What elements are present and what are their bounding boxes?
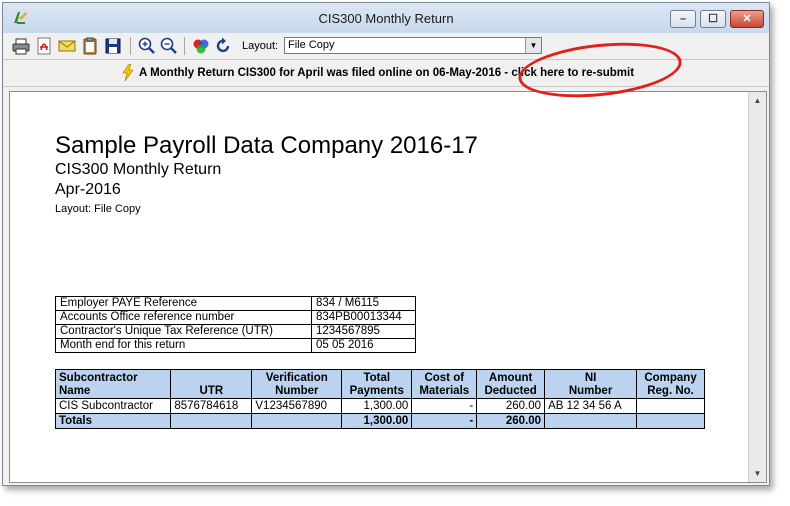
scroll-down-icon[interactable]: ▼ xyxy=(749,465,766,482)
table-cell xyxy=(636,398,705,414)
info-value: 834 / M6115 xyxy=(311,296,416,311)
save-icon xyxy=(105,38,121,54)
report-preview[interactable]: Sample Payroll Data Company 2016-17 CIS3… xyxy=(9,91,767,483)
info-value: 1234567895 xyxy=(311,324,416,339)
minimize-button[interactable]: – xyxy=(670,10,696,28)
vertical-scrollbar[interactable]: ▲ ▼ xyxy=(748,92,766,482)
info-label: Employer PAYE Reference xyxy=(55,296,312,311)
table-cell: 1,300.00 xyxy=(341,398,413,414)
employer-info-table: Employer PAYE Reference 834 / M6115 Accoun… xyxy=(55,296,416,353)
chevron-down-icon[interactable]: ▼ xyxy=(525,38,541,53)
layout-note: Layout: File Copy xyxy=(55,203,141,215)
table-cell: CIS Subcontractor xyxy=(54,398,172,414)
maximize-icon: ☐ xyxy=(708,13,718,25)
clipboard-button[interactable] xyxy=(80,36,100,56)
column-header: Amount Deducted xyxy=(476,369,546,399)
column-header-line2: Payments xyxy=(349,385,404,397)
print-icon xyxy=(12,38,30,55)
totals-cell xyxy=(636,413,705,429)
email-icon xyxy=(58,40,76,52)
report-title: CIS300 Monthly Return xyxy=(55,161,222,178)
column-header-line1: Verification xyxy=(265,372,328,384)
layout-select-value: File Copy xyxy=(288,39,335,51)
totals-cell xyxy=(251,413,343,429)
color-button[interactable] xyxy=(191,36,211,56)
color-icon xyxy=(193,39,209,54)
info-value: 834PB00013344 xyxy=(311,310,416,325)
column-header-line2: UTR xyxy=(199,385,224,397)
totals-cell: Totals xyxy=(54,413,172,429)
table-cell: V1234567890 xyxy=(251,398,343,414)
table-cell: AB 12 34 56 A xyxy=(544,398,638,414)
column-header: Company Reg. No. xyxy=(636,369,705,399)
clipboard-icon xyxy=(83,37,97,55)
layout-select[interactable]: File Copy ▼ xyxy=(284,37,542,54)
totals-cell: - xyxy=(411,413,478,429)
column-header-line2: Deducted xyxy=(484,385,537,397)
refresh-button[interactable] xyxy=(213,36,233,56)
pdf-icon xyxy=(37,37,51,55)
column-header-line2: Name xyxy=(59,385,91,397)
column-header: Cost of Materials xyxy=(411,369,478,399)
column-header: Total Payments xyxy=(341,369,413,399)
column-header-line2: Number xyxy=(568,385,613,397)
table-cell: 260.00 xyxy=(476,398,546,414)
table-cell: 8576784618 xyxy=(170,398,253,414)
pdf-button[interactable] xyxy=(34,36,54,56)
table-cell: - xyxy=(411,398,478,414)
toolbar-separator xyxy=(130,37,131,55)
scroll-up-icon[interactable]: ▲ xyxy=(749,92,766,109)
toolbar-separator xyxy=(184,37,185,55)
info-label: Accounts Office reference number xyxy=(55,310,312,325)
totals-cell: 260.00 xyxy=(476,413,546,429)
close-button[interactable]: ✕ xyxy=(730,10,764,28)
column-header-line1: NI xyxy=(584,372,597,384)
company-name: Sample Payroll Data Company 2016-17 xyxy=(55,132,478,159)
info-row: Month end for this return 05 05 2016 xyxy=(55,338,416,353)
column-header-line1: Company xyxy=(644,372,697,384)
column-header: UTR xyxy=(170,369,253,399)
window-title: CIS300 Monthly Return xyxy=(318,11,454,26)
print-button[interactable] xyxy=(11,36,31,56)
column-header: NI Number xyxy=(544,369,638,399)
column-header-line1: Subcontractor xyxy=(59,372,138,384)
table-row: CIS Subcontractor 8576784618 V1234567890 1,… xyxy=(54,398,705,414)
column-header-line2: Number xyxy=(275,385,319,397)
title-bar[interactable]: CIS300 Monthly Return – ☐ ✕ xyxy=(3,3,769,33)
email-button[interactable] xyxy=(57,36,77,56)
layout-label: Layout: xyxy=(242,40,279,52)
column-header-line1: Total xyxy=(363,372,391,384)
info-row: Employer PAYE Reference 834 / M6115 xyxy=(55,296,416,311)
zoom-in-button[interactable] xyxy=(137,36,157,56)
info-label: Month end for this return xyxy=(55,338,312,353)
column-header-line2: Reg. No. xyxy=(647,385,694,397)
subcontractor-table: Subcontractor Name UTR Verification Number T… xyxy=(54,369,705,429)
zoom-in-icon xyxy=(138,37,155,54)
totals-cell: 1,300.00 xyxy=(341,413,413,429)
info-row: Contractor's Unique Tax Reference (UTR) 1… xyxy=(55,324,416,339)
column-header-line2: Materials xyxy=(419,385,470,397)
refresh-icon xyxy=(216,37,230,53)
zoom-out-icon xyxy=(160,37,177,54)
info-label: Contractor's Unique Tax Reference (UTR) xyxy=(55,324,312,339)
close-icon: ✕ xyxy=(742,13,752,25)
maximize-button[interactable]: ☐ xyxy=(700,10,726,28)
column-header-line1: Amount xyxy=(488,372,533,384)
lightning-icon xyxy=(122,64,134,81)
report-period: Apr-2016 xyxy=(55,181,121,198)
column-header-line1 xyxy=(174,372,248,385)
zoom-out-button[interactable] xyxy=(159,36,179,56)
minimize-icon: – xyxy=(679,13,687,25)
column-header: Subcontractor Name xyxy=(54,369,172,399)
totals-cell xyxy=(170,413,253,429)
totals-row: Totals 1,300.00-260.00 xyxy=(54,413,705,429)
totals-cell xyxy=(544,413,638,429)
info-row: Accounts Office reference number 834PB000… xyxy=(55,310,416,325)
column-header: Verification Number xyxy=(251,369,343,399)
column-header-line1: Cost of xyxy=(424,372,465,384)
info-value: 05 05 2016 xyxy=(311,338,416,353)
save-button[interactable] xyxy=(103,36,123,56)
